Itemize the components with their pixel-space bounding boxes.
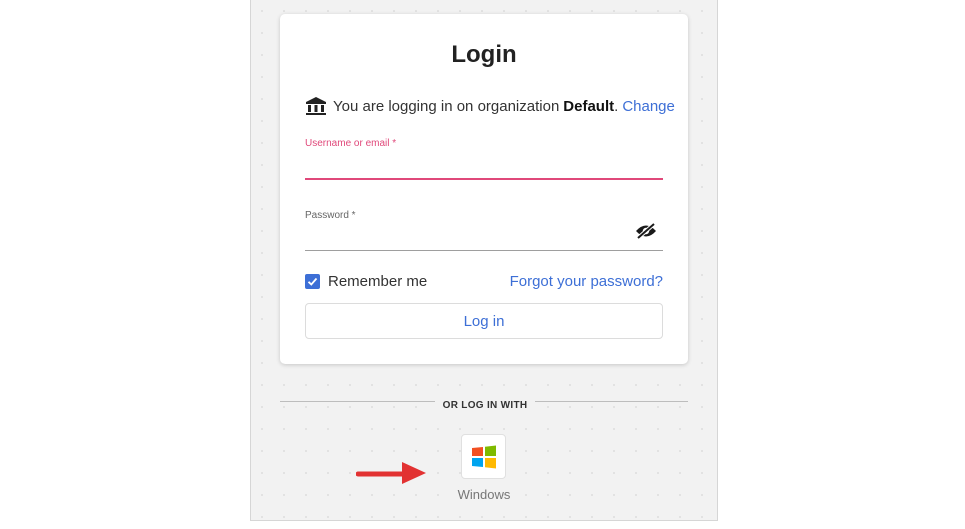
checkmark-icon [307,277,318,286]
username-label: Username or email * [305,138,397,149]
username-underline [305,178,663,180]
bank-building-icon [306,97,326,115]
login-button[interactable]: Log in [305,303,663,339]
password-input[interactable] [305,226,625,248]
alt-login-divider-text: OR LOG IN WITH [434,400,536,411]
eye-off-icon[interactable] [635,222,657,240]
password-label: Password * [305,210,356,221]
login-page-background: Login You are logging in on organization… [250,0,718,521]
remember-me[interactable]: Remember me [305,273,427,290]
alt-login-divider: OR LOG IN WITH [251,395,719,413]
change-organization-link[interactable]: Change [622,98,675,115]
username-input[interactable] [305,154,625,176]
forgot-password-link[interactable]: Forgot your password? [510,273,663,290]
password-field: Password * [305,208,663,253]
login-title: Login [451,41,517,68]
remember-me-checkbox[interactable] [305,274,320,289]
windows-login-label: Windows [457,487,511,502]
organization-suffix: . [614,97,619,115]
remember-me-label: Remember me [328,273,428,290]
login-card: Login You are logging in on organization… [280,14,688,364]
red-arrow-icon [356,462,426,484]
windows-login-button[interactable] [461,434,506,479]
username-field: Username or email * [305,136,663,181]
organization-name: Default [563,97,615,115]
windows-logo-icon [471,445,496,468]
organization-info: You are logging in on organization Defau… [305,95,675,117]
organization-prefix: You are logging in on organization [333,97,560,115]
password-underline [305,250,663,251]
